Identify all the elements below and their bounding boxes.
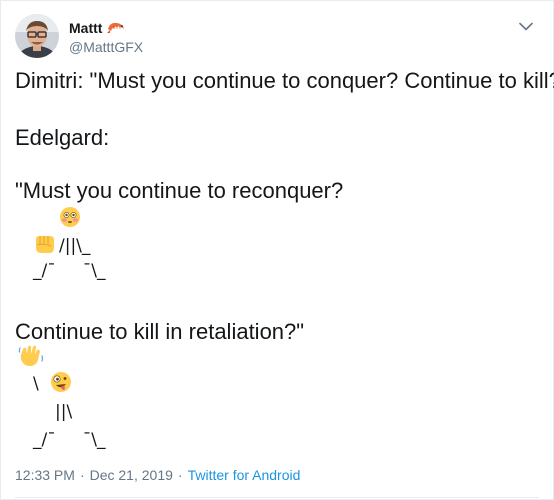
waving-hand-emoji [18,345,44,366]
shrimp-emoji [106,20,126,36]
tweet-date[interactable]: Dec 21, 2019 [90,467,173,483]
tweet-header: Mattt @MatttGFX [15,14,143,58]
tweet-source-link[interactable]: Twitter for Android [188,467,301,483]
meta-separator: · [79,467,85,483]
tweet-text-line: Dimitri: "Must you continue to conquer? … [15,68,554,93]
avatar[interactable] [15,14,59,58]
handle[interactable]: @MatttGFX [69,39,143,55]
ascii-art-legs: _/¯ ¯\_ [33,261,106,281]
tweet-text-line: Continue to kill in retaliation?" [15,319,305,344]
tweet-text-line: "Must you continue to reconquer? [15,178,344,203]
tweet-text-line: Edelgard: [15,125,110,150]
tweet-meta: 12:33 PM · Dec 21, 2019 · Twitter for An… [15,467,300,483]
flushed-face-emoji [60,207,80,227]
author-names: Mattt @MatttGFX [69,18,143,55]
tweet-card: Mattt @MatttGFX Dimitri: "Must you conti… [0,0,554,500]
ascii-art-arm: \ [33,374,39,394]
chevron-down-icon[interactable] [517,17,535,35]
ascii-art-body: ||\ [55,402,73,422]
zany-face-emoji [51,372,71,392]
ascii-art-legs: _/¯ ¯\_ [33,430,106,450]
divider [15,497,539,498]
display-name-row: Mattt [69,18,143,38]
oncoming-fist-emoji [36,236,54,253]
display-name[interactable]: Mattt [69,20,102,36]
meta-separator: · [177,467,183,483]
ascii-art-body: /||\_ [59,236,91,256]
tweet-time[interactable]: 12:33 PM [15,467,75,483]
